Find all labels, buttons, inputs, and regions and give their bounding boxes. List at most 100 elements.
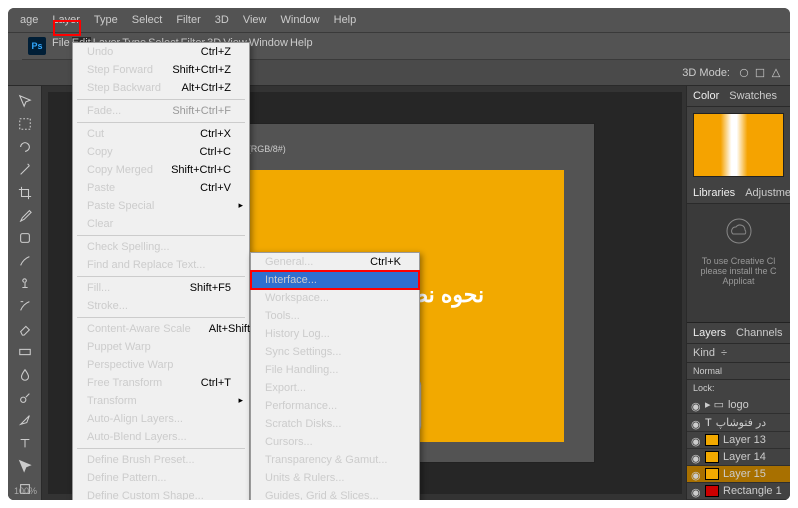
lasso-tool-icon[interactable]: [11, 137, 39, 158]
tab-swatches[interactable]: Swatches: [729, 90, 777, 102]
menu-item[interactable]: CopyCtrl+C: [73, 143, 249, 161]
menu-item[interactable]: Define Pattern...: [73, 469, 249, 487]
lock-row: Lock:: [687, 380, 790, 396]
mode-3d-buttons[interactable]: [738, 67, 782, 79]
eyedropper-tool-icon[interactable]: [11, 205, 39, 226]
eye-icon[interactable]: ◉: [691, 469, 701, 479]
eye-icon[interactable]: ◉: [691, 452, 701, 462]
layer-row[interactable]: ◉Layer 13: [687, 432, 790, 449]
menu-item[interactable]: View: [237, 12, 273, 28]
path-tool-icon[interactable]: [11, 456, 39, 477]
menu-item[interactable]: Free TransformCtrl+T: [73, 374, 249, 392]
menu-item[interactable]: age: [14, 12, 44, 28]
menu-item[interactable]: History Log...: [251, 325, 419, 343]
menu-item[interactable]: Units & Rulers...: [251, 469, 419, 487]
menu-item[interactable]: Performance...: [251, 397, 419, 415]
menu-item[interactable]: Interface...: [251, 271, 419, 289]
menu-item[interactable]: 3D: [209, 12, 235, 28]
menu-item[interactable]: Tools...: [251, 307, 419, 325]
libraries-panel-body: To use Creative Cl please install the C …: [687, 204, 790, 322]
eye-icon[interactable]: ◉: [691, 486, 701, 496]
edit-menu-dropdown: UndoCtrl+ZStep ForwardShift+Ctrl+ZStep B…: [72, 42, 250, 500]
menu-item[interactable]: Layer: [46, 12, 86, 28]
menu-item: Define Custom Shape...: [73, 487, 249, 500]
eye-icon[interactable]: ◉: [691, 400, 701, 410]
menu-item[interactable]: Select: [126, 12, 169, 28]
tab-adjustments[interactable]: Adjustments: [745, 187, 790, 199]
creative-cloud-icon: [724, 216, 754, 246]
menu-window[interactable]: Window: [249, 37, 288, 55]
crop-tool-icon[interactable]: [11, 182, 39, 203]
menu-item[interactable]: Step ForwardShift+Ctrl+Z: [73, 61, 249, 79]
menu-item[interactable]: Sync Settings...: [251, 343, 419, 361]
layers-filter-row: Kind ÷: [687, 344, 790, 362]
menu-item[interactable]: General...Ctrl+K: [251, 253, 419, 271]
marquee-tool-icon[interactable]: [11, 114, 39, 135]
layer-row[interactable]: ◉Layer 15: [687, 466, 790, 483]
tab-channels[interactable]: Channels: [736, 327, 782, 339]
layers-panel-tabs: Layers Channels Path: [687, 322, 790, 344]
heal-tool-icon[interactable]: [11, 228, 39, 249]
menu-item[interactable]: Perspective Warp: [73, 356, 249, 374]
move-tool-icon[interactable]: [11, 91, 39, 112]
layer-row[interactable]: ◉Tدر فتوشاپ: [687, 414, 790, 432]
menu-item[interactable]: Check Spelling...: [73, 238, 249, 256]
menu-file[interactable]: File: [52, 37, 70, 55]
history-brush-tool-icon[interactable]: [11, 296, 39, 317]
menu-item[interactable]: UndoCtrl+Z: [73, 43, 249, 61]
eye-icon[interactable]: ◉: [691, 418, 701, 428]
menu-item[interactable]: Define Brush Preset...: [73, 451, 249, 469]
menu-item[interactable]: Cursors...: [251, 433, 419, 451]
menu-item[interactable]: Type: [88, 12, 124, 28]
preferences-submenu: General...Ctrl+KInterface...Workspace...…: [250, 252, 420, 500]
mode-3d-label: 3D Mode:: [682, 67, 730, 79]
type-tool-icon[interactable]: [11, 433, 39, 454]
menu-item[interactable]: File Handling...: [251, 361, 419, 379]
color-picker-ramp[interactable]: [693, 113, 784, 177]
filter-dropdown-icon[interactable]: ÷: [721, 347, 727, 359]
layers-list: ◉▸ ▭logo ◉Tدر فتوشاپ ◉Layer 13 ◉Layer 14…: [687, 396, 790, 500]
pen-tool-icon[interactable]: [11, 410, 39, 431]
blur-tool-icon[interactable]: [11, 364, 39, 385]
menu-item: Clear: [73, 215, 249, 233]
gradient-tool-icon[interactable]: [11, 342, 39, 363]
layer-row[interactable]: ◉Layer 14: [687, 449, 790, 466]
menu-item[interactable]: Fill...Shift+F5: [73, 279, 249, 297]
menu-item[interactable]: Find and Replace Text...: [73, 256, 249, 274]
menu-item[interactable]: Guides, Grid & Slices...: [251, 487, 419, 500]
tab-libraries[interactable]: Libraries: [693, 187, 735, 199]
zoom-level[interactable]: 100%: [14, 486, 37, 496]
menu-item[interactable]: Copy MergedShift+Ctrl+C: [73, 161, 249, 179]
menu-item[interactable]: CutCtrl+X: [73, 125, 249, 143]
brush-tool-icon[interactable]: [11, 250, 39, 271]
menu-item[interactable]: Window: [275, 12, 326, 28]
libraries-panel-tabs: Libraries Adjustments: [687, 183, 790, 204]
menu-item[interactable]: PasteCtrl+V: [73, 179, 249, 197]
menu-item[interactable]: Transform: [73, 392, 249, 410]
wand-tool-icon[interactable]: [11, 159, 39, 180]
layer-row[interactable]: ◉▸ ▭logo: [687, 396, 790, 414]
menu-item[interactable]: Workspace...: [251, 289, 419, 307]
menu-item[interactable]: Export...: [251, 379, 419, 397]
menu-item[interactable]: Help: [328, 12, 363, 28]
menu-item[interactable]: Content-Aware ScaleAlt+Shift+Ctrl+C: [73, 320, 249, 338]
dodge-tool-icon[interactable]: [11, 387, 39, 408]
menu-item[interactable]: Filter: [170, 12, 206, 28]
color-panel-tabs: Color Swatches: [687, 86, 790, 107]
eraser-tool-icon[interactable]: [11, 319, 39, 340]
blend-mode-select[interactable]: Normal: [687, 362, 790, 380]
layer-row[interactable]: ◉Rectangle 1: [687, 483, 790, 500]
menu-item[interactable]: Paste Special: [73, 197, 249, 215]
menu-item: Stroke...: [73, 297, 249, 315]
tab-color[interactable]: Color: [693, 90, 719, 102]
toolbox: [8, 86, 42, 500]
menu-item[interactable]: Step BackwardAlt+Ctrl+Z: [73, 79, 249, 97]
menu-item: Auto-Blend Layers...: [73, 428, 249, 446]
tab-layers[interactable]: Layers: [693, 327, 726, 339]
eye-icon[interactable]: ◉: [691, 435, 701, 445]
menu-help[interactable]: Help: [290, 37, 313, 55]
stamp-tool-icon[interactable]: [11, 273, 39, 294]
menu-item[interactable]: Transparency & Gamut...: [251, 451, 419, 469]
menubar-outer: age Layer Type Select Filter 3D View Win…: [8, 8, 790, 33]
menu-item[interactable]: Scratch Disks...: [251, 415, 419, 433]
